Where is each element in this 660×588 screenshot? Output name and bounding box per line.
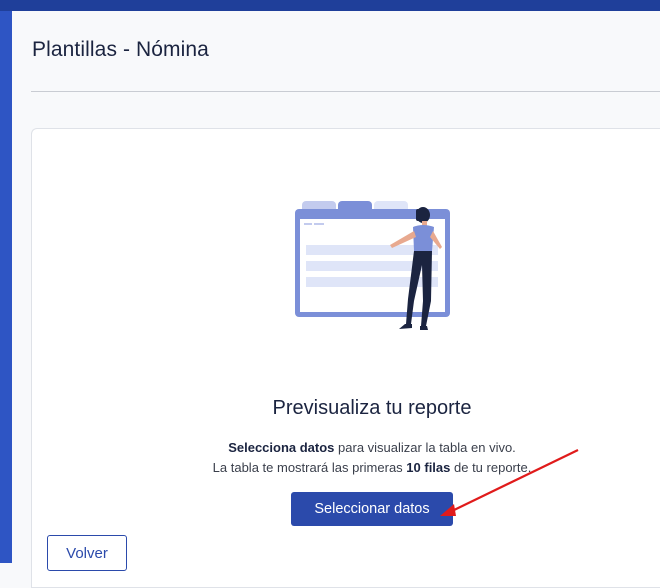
woman-browser-illustration bbox=[292, 201, 462, 351]
back-button[interactable]: Volver bbox=[47, 535, 127, 571]
preview-card: Previsualiza tu reporte Selecciona datos… bbox=[31, 128, 660, 588]
left-sidebar-rail[interactable] bbox=[0, 11, 12, 563]
line2-end: de tu reporte. bbox=[450, 460, 531, 475]
page-title: Plantillas - Nómina bbox=[32, 38, 209, 62]
preview-description-line1: Selecciona datos para visualizar la tabl… bbox=[32, 440, 660, 455]
line1-rest: para visualizar la tabla en vivo. bbox=[334, 440, 515, 455]
selecciona-datos-emphasis: Selecciona datos bbox=[228, 440, 334, 455]
line2-start: La tabla te mostrará las primeras bbox=[213, 460, 407, 475]
title-divider bbox=[31, 91, 660, 92]
preview-heading: Previsualiza tu reporte bbox=[32, 397, 660, 420]
preview-description-line2: La tabla te mostrará las primeras 10 fil… bbox=[32, 460, 660, 475]
row-count-emphasis: 10 filas bbox=[406, 460, 450, 475]
content-area: Plantillas - Nómina bbox=[12, 11, 660, 563]
top-bar bbox=[0, 0, 660, 11]
select-data-button[interactable]: Seleccionar datos bbox=[291, 492, 453, 526]
